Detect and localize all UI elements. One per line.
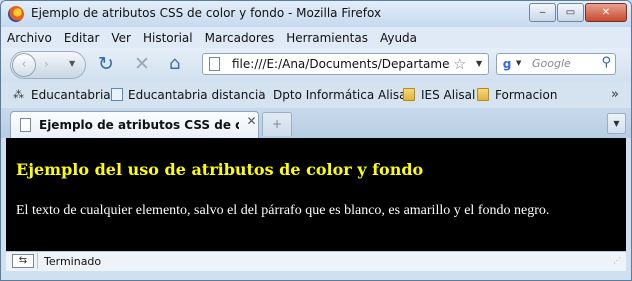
window-bottom-border <box>1 271 631 280</box>
forward-button[interactable]: › <box>44 57 49 71</box>
bookmark-educantabria-distancia[interactable]: Educantabria distancia <box>128 88 266 102</box>
menu-archivo[interactable]: Archivo <box>7 31 52 45</box>
status-divider <box>37 253 38 269</box>
home-button[interactable]: ⌂ <box>169 54 180 74</box>
url-bar[interactable]: file:///E:/Ana/Documents/Departamento ☆ … <box>202 53 489 75</box>
menu-editar[interactable]: Editar <box>64 31 100 45</box>
tab-strip: Ejemplo de atributos CSS de color y f...… <box>1 108 631 138</box>
firefox-logo-icon <box>8 6 24 22</box>
bookmark-ies-alisal[interactable]: IES Alisal <box>421 88 475 102</box>
menu-marcadores[interactable]: Marcadores <box>205 31 275 45</box>
url-dropdown-icon[interactable]: ▼ <box>476 59 482 68</box>
page-heading: Ejemplo del uso de atributos de color y … <box>16 160 424 179</box>
status-bar: ⇆ Terminado ⋰ <box>6 251 626 271</box>
bookmark-icon: ⁾ <box>259 88 262 102</box>
navigation-toolbar: ‹ › ▼ ↻ ✕ ⌂ file:///E:/Ana/Documents/Dep… <box>1 48 631 82</box>
more-bookmarks-chevron-icon[interactable]: » <box>611 87 619 102</box>
close-icon[interactable]: ✕ <box>245 115 258 128</box>
reload-button[interactable]: ↻ <box>98 54 114 74</box>
page-icon <box>209 57 220 71</box>
history-dropdown-icon[interactable]: ▼ <box>69 59 75 68</box>
page-icon <box>20 118 31 132</box>
maximize-button[interactable]: ▭ <box>557 3 584 22</box>
window-title: Ejemplo de atributos CSS de color y fond… <box>31 6 382 20</box>
title-bar[interactable]: Ejemplo de atributos CSS de color y fond… <box>1 1 631 27</box>
menu-ayuda[interactable]: Ayuda <box>380 31 417 45</box>
menu-historial[interactable]: Historial <box>143 31 193 45</box>
page-paragraph: El texto de cualquier elemento, salvo el… <box>16 203 550 218</box>
search-icon[interactable]: ⚲ <box>601 55 611 70</box>
new-tab-button[interactable]: + <box>262 112 292 136</box>
tab-title: Ejemplo de atributos CSS de color y f... <box>39 118 239 132</box>
bookmark-dpto-informatica[interactable]: Dpto Informática Alisal <box>273 88 410 102</box>
engine-dropdown-icon[interactable]: ▼ <box>516 59 521 67</box>
stop-button[interactable]: ✕ <box>134 54 150 74</box>
url-input[interactable]: file:///E:/Ana/Documents/Departamento <box>232 57 450 71</box>
back-button[interactable]: ‹ <box>12 53 36 77</box>
menu-ver[interactable]: Ver <box>111 31 131 45</box>
page-content: Ejemplo del uso de atributos de color y … <box>6 138 626 251</box>
tab-active[interactable]: Ejemplo de atributos CSS de color y f...… <box>10 111 259 138</box>
window-controls: ‒ ▭ ✕ <box>529 3 627 22</box>
back-forward-group: ‹ › ▼ <box>10 51 86 79</box>
status-text: Terminado <box>44 255 102 268</box>
folder-icon <box>477 88 489 101</box>
menu-bar: Archivo Editar Ver Historial Marcadores … <box>1 27 631 48</box>
browser-window: Ejemplo de atributos CSS de color y fond… <box>0 0 632 281</box>
educantabria-icon: ⁂ <box>13 88 24 101</box>
close-button[interactable]: ✕ <box>585 3 627 22</box>
bookmark-star-icon[interactable]: ☆ <box>453 55 466 73</box>
bookmark-formacion[interactable]: Formacion <box>495 88 557 102</box>
resize-grip-icon[interactable]: ⋰ <box>613 256 623 268</box>
minimize-button[interactable]: ‒ <box>529 3 556 22</box>
bookmark-educantabria[interactable]: Educantabria <box>31 88 111 102</box>
tab-list-dropdown-icon[interactable]: ▼ <box>607 113 626 134</box>
connection-icon: ⇆ <box>12 254 34 268</box>
bookmarks-toolbar: ⁂ Educantabria Educantabria distancia ⁾ … <box>1 82 631 108</box>
google-engine-icon[interactable]: g <box>500 57 514 71</box>
search-input[interactable]: Google <box>532 57 571 70</box>
folder-icon <box>403 88 415 101</box>
search-bar[interactable]: g ▼ Google ⚲ <box>496 53 616 75</box>
menu-herramientas[interactable]: Herramientas <box>286 31 368 45</box>
page-icon <box>111 88 123 101</box>
